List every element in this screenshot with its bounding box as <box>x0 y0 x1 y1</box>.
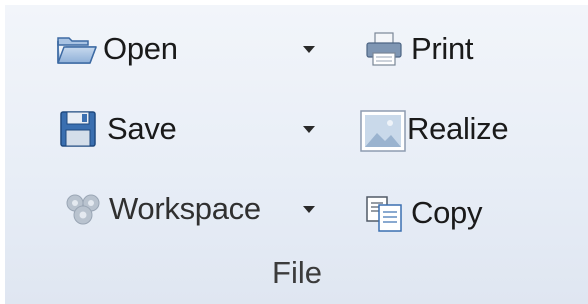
print-button[interactable]: Print <box>363 23 474 75</box>
floppy-disk-icon <box>59 109 103 149</box>
printer-icon <box>363 29 407 69</box>
open-button[interactable]: Open <box>55 23 178 75</box>
image-icon <box>359 109 406 152</box>
copy-icon <box>363 193 407 233</box>
workspace-gears-icon <box>61 189 105 229</box>
ribbon-group-file: Open Save Workspace Print Realize Copy F… <box>4 4 588 304</box>
workspace-label: Workspace <box>109 191 261 226</box>
save-label: Save <box>107 111 177 146</box>
print-label: Print <box>411 31 474 66</box>
chevron-down-icon <box>303 126 315 133</box>
workspace-dropdown-arrow[interactable] <box>297 198 321 222</box>
copy-label: Copy <box>411 195 483 230</box>
workspace-button[interactable]: Workspace <box>61 183 261 235</box>
open-dropdown-arrow[interactable] <box>297 38 321 62</box>
folder-open-icon <box>55 29 99 69</box>
chevron-down-icon <box>303 206 315 213</box>
save-dropdown-arrow[interactable] <box>297 118 321 142</box>
open-label: Open <box>103 31 178 66</box>
realize-label: Realize <box>407 111 509 146</box>
realize-button[interactable]: Realize <box>359 103 509 155</box>
save-button[interactable]: Save <box>59 103 177 155</box>
chevron-down-icon <box>303 46 315 53</box>
copy-button[interactable]: Copy <box>363 187 482 239</box>
group-label: File <box>272 255 322 290</box>
